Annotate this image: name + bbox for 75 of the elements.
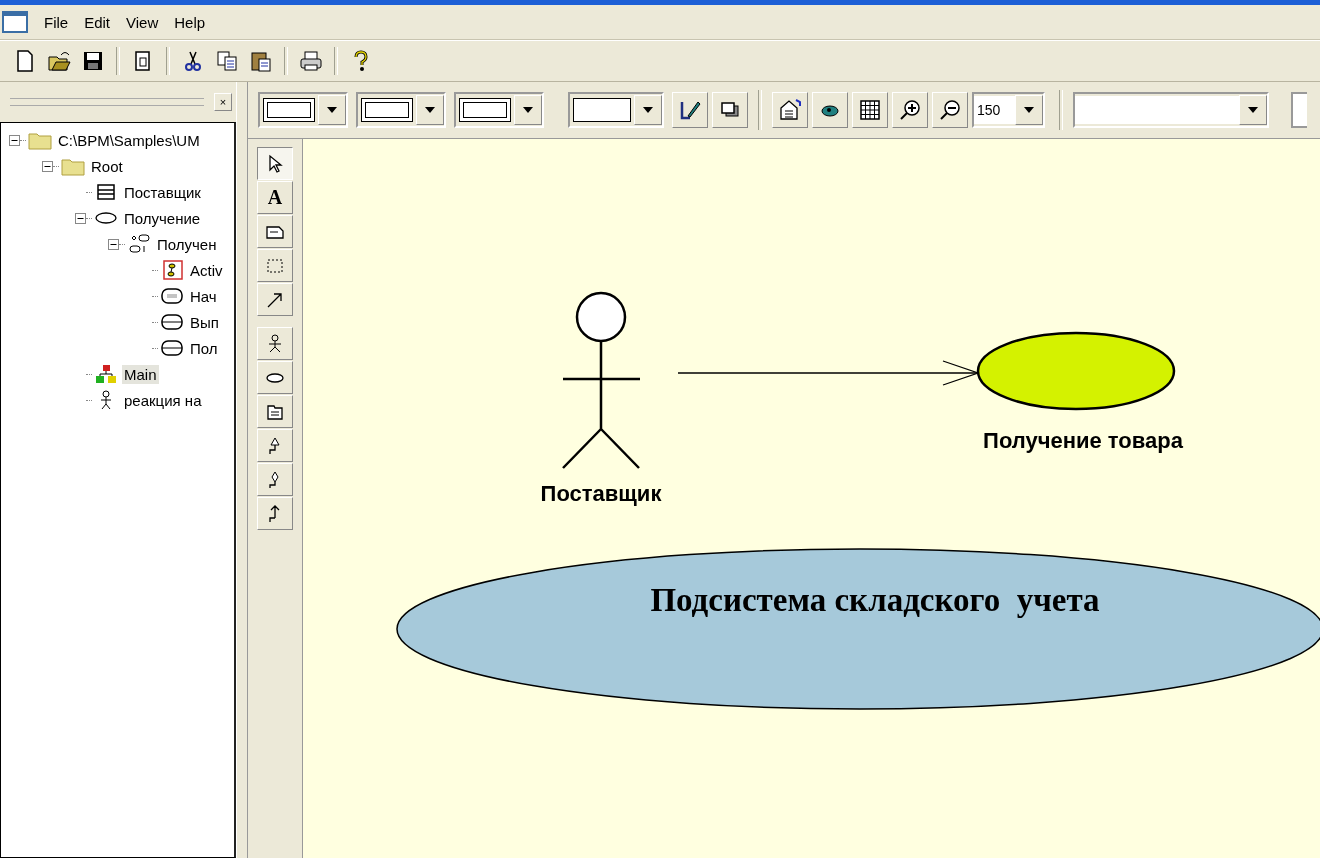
tree-item[interactable]: Main (122, 364, 159, 384)
tree-item[interactable]: Root (89, 156, 125, 176)
actor-tool-button[interactable] (257, 327, 293, 360)
tree-item[interactable]: Activ (188, 260, 225, 280)
zoom-in-icon (898, 98, 922, 122)
tree-item[interactable]: Вып (188, 312, 221, 332)
activity-diagram-icon (127, 234, 151, 254)
view-button[interactable] (812, 92, 848, 128)
text-tool-button[interactable]: A (257, 181, 293, 214)
menu-item[interactable]: View (118, 13, 167, 31)
tree-item[interactable]: Нач (188, 286, 219, 306)
generalization-tool-button[interactable] (257, 429, 293, 462)
dependency-tool-button[interactable] (257, 497, 293, 530)
line-style-dropdown[interactable] (356, 92, 446, 128)
pointer-tool-button[interactable] (257, 147, 293, 180)
zoom-out-icon (938, 98, 962, 122)
window-icon[interactable] (2, 11, 28, 33)
diagram-icon (94, 364, 118, 384)
caret-icon (643, 107, 653, 113)
save-icon (81, 49, 105, 73)
open-icon (47, 49, 71, 73)
properties-icon (778, 98, 802, 122)
activity-icon (160, 260, 184, 280)
zoom-in-button[interactable] (892, 92, 928, 128)
color-dropdown[interactable] (568, 92, 664, 128)
note-tool-button[interactable] (257, 215, 293, 248)
class-icon (94, 182, 118, 202)
copy-icon (215, 49, 239, 73)
print-icon (299, 49, 323, 73)
diamond-link-tool-button[interactable] (257, 463, 293, 496)
collapse-icon[interactable] (108, 238, 119, 250)
folder-icon (61, 156, 85, 176)
tree-item[interactable]: C:\BPM\Samples\UM (56, 130, 202, 150)
action-icon (160, 338, 184, 358)
menu-item[interactable]: File (36, 13, 77, 31)
grid-button[interactable] (852, 92, 888, 128)
zoom-out-button[interactable] (932, 92, 968, 128)
state-icon (160, 286, 184, 306)
tree-item[interactable]: Получение (122, 208, 203, 228)
pen-button[interactable] (672, 92, 708, 128)
menu-item[interactable]: Help (166, 13, 214, 31)
dropdown[interactable] (1291, 92, 1307, 128)
properties-button[interactable] (772, 92, 808, 128)
paste-icon (249, 49, 273, 73)
tree-item[interactable]: реакция на (122, 390, 204, 410)
boundary-tool-button[interactable] (257, 249, 293, 282)
tree-item[interactable]: Пол (188, 338, 220, 358)
folder-icon (28, 130, 52, 150)
splitter[interactable] (236, 82, 248, 858)
caret-icon (523, 107, 533, 113)
line-style-dropdown[interactable] (454, 92, 544, 128)
collapse-icon[interactable] (42, 160, 53, 172)
tree-item[interactable]: Получен (155, 234, 219, 254)
package-tool-button[interactable] (257, 395, 293, 428)
usecase-tool-button[interactable] (257, 361, 293, 394)
grid-icon (858, 98, 882, 122)
collapse-icon[interactable] (75, 212, 86, 224)
tree-item[interactable]: Поставщик (122, 182, 203, 202)
line-style-dropdown[interactable] (258, 92, 348, 128)
zoom-dropdown[interactable]: 150 (972, 92, 1045, 128)
font-dropdown[interactable] (1073, 92, 1269, 128)
actor-label: Поставщик (540, 481, 662, 506)
shadow-button[interactable] (712, 92, 748, 128)
caret-icon (425, 107, 435, 113)
caret-icon (327, 107, 337, 113)
use-case-label: Получение товара (983, 428, 1183, 453)
caret-icon (1024, 107, 1034, 113)
panel-grip[interactable] (10, 98, 204, 106)
collapse-icon[interactable] (9, 134, 20, 146)
caret-icon (1248, 107, 1258, 113)
action-icon (160, 312, 184, 332)
system-label: Подсистема складского учета (650, 582, 1100, 618)
arrow-tool-button[interactable] (257, 283, 293, 316)
close-button[interactable]: × (214, 93, 232, 111)
menu-item[interactable]: Edit (76, 13, 119, 31)
